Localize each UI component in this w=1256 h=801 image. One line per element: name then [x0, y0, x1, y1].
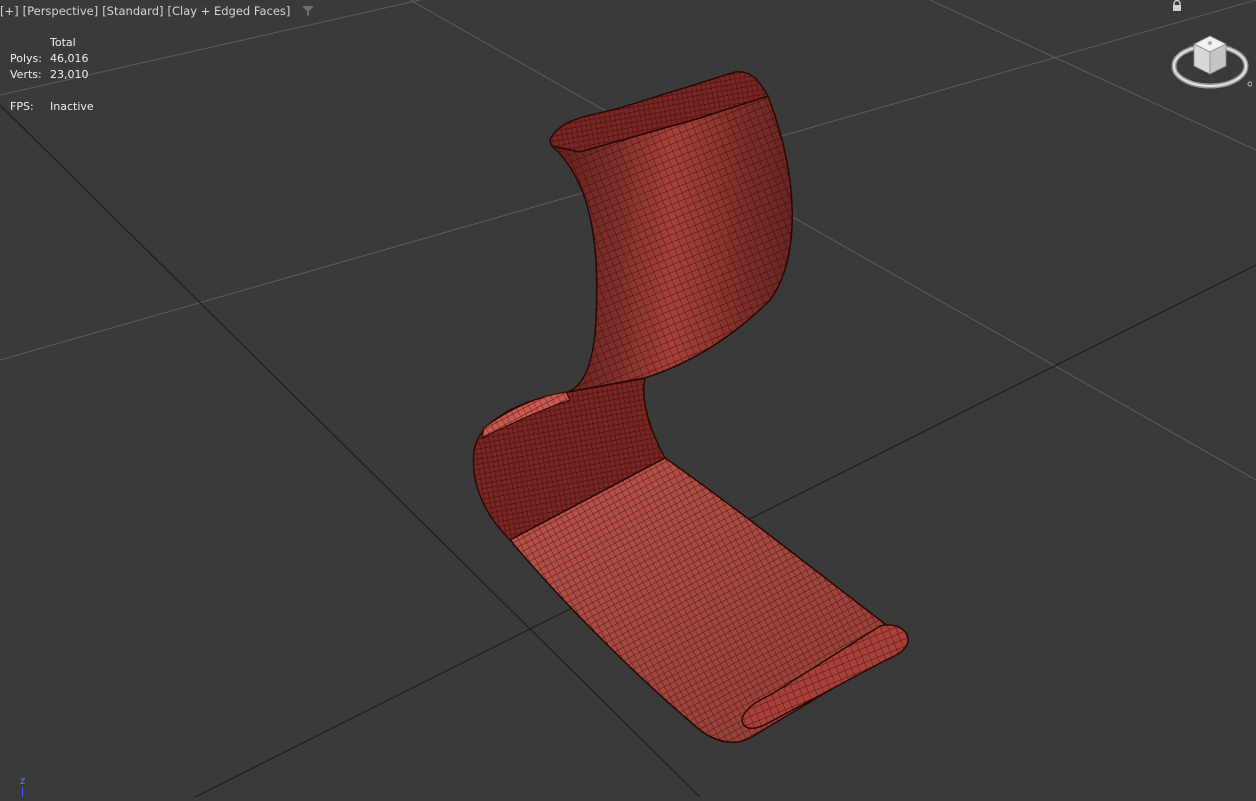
viewport-canvas[interactable]: [0, 0, 1256, 798]
statistics-overlay: Total Polys: 46,016 Verts: 23,010 FPS: I…: [10, 35, 94, 115]
stats-fps-value: Inactive: [50, 100, 94, 113]
stats-polys-value: 46,016: [50, 52, 89, 65]
viewport-label-menu: [+] [Perspective] [Standard] [Clay + Edg…: [0, 3, 315, 19]
stats-verts-value: 23,010: [50, 68, 89, 81]
z-axis-label: z: [20, 776, 26, 787]
stats-polys-row: Polys: 46,016: [10, 51, 94, 67]
stats-verts-row: Verts: 23,010: [10, 67, 94, 83]
filter-icon[interactable]: [302, 5, 315, 17]
lock-icon[interactable]: [1172, 0, 1182, 12]
viewport-shading-standard-menu[interactable]: [Standard]: [102, 4, 163, 18]
viewport-general-menu[interactable]: [+]: [0, 4, 19, 18]
viewport-visual-style-menu[interactable]: [Clay + Edged Faces]: [167, 4, 290, 18]
chair-model[interactable]: [472, 71, 909, 743]
viewport-point-of-view-menu[interactable]: [Perspective]: [23, 4, 99, 18]
perspective-viewport[interactable]: [+] [Perspective] [Standard] [Clay + Edg…: [0, 0, 1256, 798]
stats-header: Total: [50, 36, 76, 49]
stats-fps-label: FPS:: [10, 100, 34, 113]
viewcube-icon[interactable]: [1168, 26, 1252, 96]
stats-verts-label: Verts:: [10, 68, 42, 81]
z-axis-tripod: [22, 787, 23, 797]
stats-polys-label: Polys:: [10, 52, 42, 65]
stats-fps-row: FPS: Inactive: [10, 99, 94, 115]
